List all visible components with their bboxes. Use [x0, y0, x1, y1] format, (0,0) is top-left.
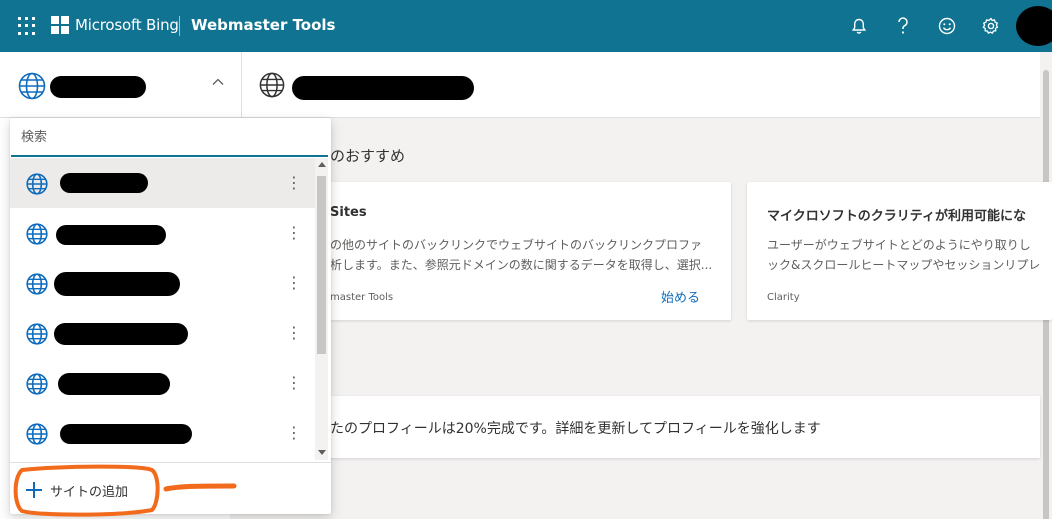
chevron-up-icon[interactable]	[212, 76, 224, 88]
site-search-input[interactable]	[11, 119, 328, 157]
globe-icon	[26, 223, 48, 245]
card-source: Clarity	[767, 292, 800, 303]
globe-icon	[26, 373, 48, 395]
scroll-up-arrow-icon[interactable]	[318, 162, 326, 167]
product-name[interactable]: Webmaster Tools	[191, 16, 336, 34]
recommendation-card-clarity[interactable]: マイクロソフトのクラリティが利用可能にな ユーザーがウェブサイトとどのようにやり…	[747, 182, 1052, 320]
card-description-line1: の他のサイトのバックリンクでウェブサイトのバックリンクプロファ	[330, 238, 703, 252]
profile-completion-banner[interactable]: たのプロフィールは20%完成です。詳細を更新してプロフィールを強化します	[230, 396, 1040, 458]
card-source: master Tools	[330, 292, 394, 303]
redacted-site-name	[58, 373, 170, 395]
top-navigation-bar: Microsoft Bing Webmaster Tools	[0, 0, 1052, 52]
dropdown-footer-divider	[10, 462, 331, 463]
card-description-line2: 析します。また、参照元ドメインの数に関するデータを取得し、選択...	[330, 258, 713, 272]
more-options-icon[interactable]: ⋮	[286, 373, 302, 393]
site-list-item[interactable]: ⋮	[10, 208, 315, 258]
more-options-icon[interactable]: ⋮	[286, 223, 302, 243]
redacted-site-name	[60, 424, 192, 444]
redacted-site-title	[292, 76, 474, 100]
more-options-icon[interactable]: ⋮	[286, 323, 302, 343]
more-options-icon[interactable]: ⋮	[286, 173, 302, 193]
card-title: Sites	[330, 205, 367, 220]
globe-icon	[259, 72, 285, 98]
site-list-item[interactable]: ⋮	[10, 258, 315, 308]
site-list-scrollbar[interactable]	[315, 158, 328, 460]
card-description-line2: ック&スクロールヒートマップやセッションリプレ	[767, 258, 1041, 272]
more-options-icon[interactable]: ⋮	[286, 423, 302, 443]
app-launcher-waffle-icon[interactable]	[18, 17, 36, 35]
redacted-site-name	[56, 225, 166, 245]
user-avatar[interactable]	[1016, 6, 1052, 46]
add-site-label: サイトの追加	[50, 484, 129, 500]
more-options-icon[interactable]: ⋮	[286, 273, 302, 293]
redacted-site-name	[54, 272, 180, 296]
globe-icon	[26, 423, 48, 445]
redacted-site-name	[54, 323, 188, 345]
help-icon[interactable]	[890, 13, 916, 39]
site-list-item[interactable]: ⋮	[10, 158, 315, 208]
site-selector-header[interactable]	[0, 52, 242, 118]
get-started-link[interactable]: 始める	[661, 287, 700, 306]
scroll-down-arrow-icon[interactable]	[318, 450, 326, 455]
card-title: マイクロソフトのクラリティが利用可能にな	[767, 209, 1026, 224]
notification-bell-icon[interactable]	[846, 13, 872, 39]
feedback-smiley-icon[interactable]	[934, 13, 960, 39]
site-list-item[interactable]: ⋮	[10, 308, 315, 358]
recommendations-title: のおすすめ	[330, 147, 406, 165]
globe-icon	[18, 72, 46, 100]
globe-icon	[26, 173, 48, 195]
main-site-header	[242, 52, 1052, 118]
brand-divider	[179, 16, 180, 36]
globe-icon	[26, 273, 48, 295]
card-description-line1: ユーザーがウェブサイトとどのようにやり取りし	[767, 238, 1031, 252]
profile-completion-text: たのプロフィールは20%完成です。詳細を更新してプロフィールを強化します	[330, 421, 821, 437]
redacted-site-name	[50, 76, 146, 98]
scroll-thumb[interactable]	[317, 176, 326, 354]
microsoft-logo-icon	[51, 16, 69, 34]
brand-name[interactable]: Microsoft Bing	[75, 16, 179, 34]
site-list: ⋮ ⋮ ⋮ ⋮ ⋮ ⋮	[10, 158, 315, 460]
site-list-item[interactable]: ⋮	[10, 408, 315, 458]
globe-icon	[26, 323, 48, 345]
redacted-site-name	[60, 173, 148, 193]
plus-icon	[24, 480, 44, 500]
add-site-button[interactable]: サイトの追加	[18, 474, 168, 506]
site-list-item[interactable]: ⋮	[10, 358, 315, 408]
settings-gear-icon[interactable]	[978, 13, 1004, 39]
site-picker-dropdown: ⋮ ⋮ ⋮ ⋮	[10, 118, 331, 514]
